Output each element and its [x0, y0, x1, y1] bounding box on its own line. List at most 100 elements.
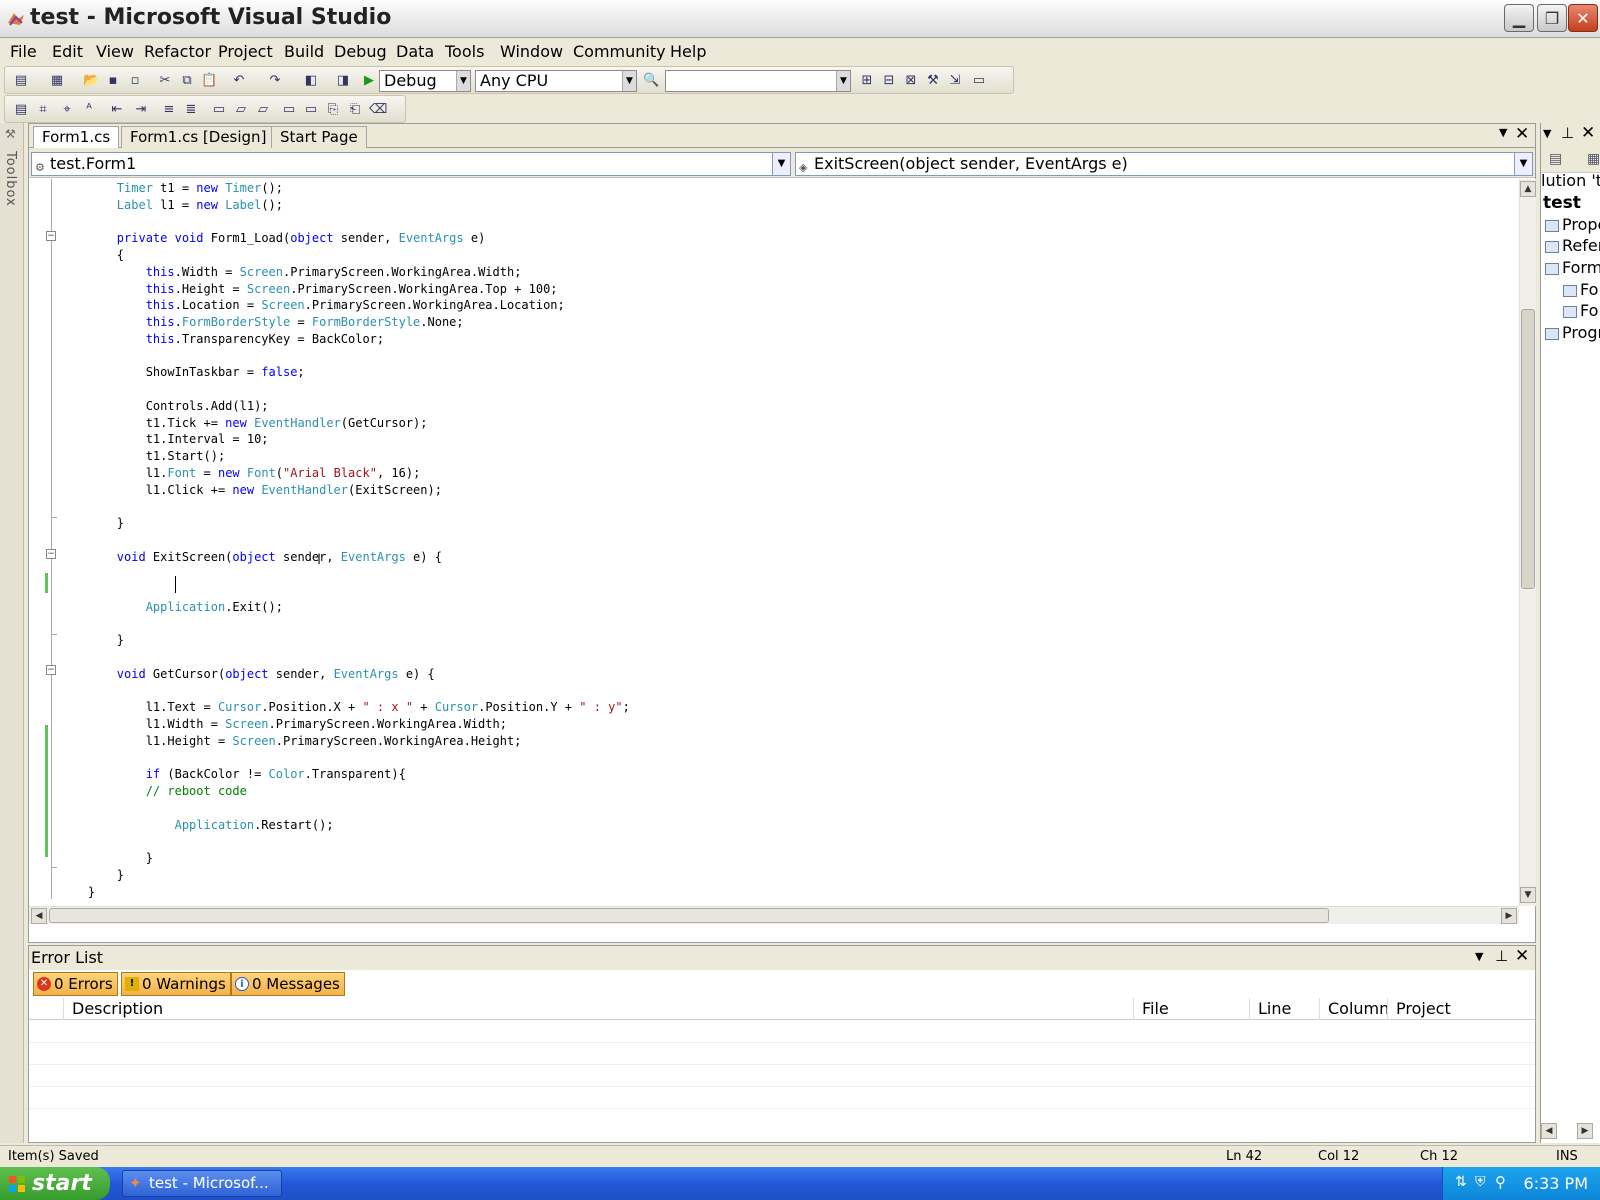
vertical-scrollbar[interactable]: ▲ ▼ [1519, 179, 1536, 906]
save-icon[interactable]: ▪ [105, 73, 121, 89]
column-description[interactable]: Description [63, 998, 1133, 1020]
type-dropdown[interactable]: ⚙ test.Form1 ▼ [31, 152, 791, 176]
search-icon[interactable]: ⚲ [1495, 1173, 1506, 1191]
find-in-files-icon[interactable]: 🔍 [643, 73, 659, 89]
comment-icon[interactable]: ≡ [161, 102, 177, 118]
uncomment-icon[interactable]: ≣ [183, 102, 199, 118]
scroll-up-icon[interactable]: ▲ [1520, 181, 1536, 197]
member-dropdown[interactable]: ◈ ExitScreen(object sender, EventArgs e)… [795, 152, 1533, 176]
menu-file[interactable]: File [10, 42, 37, 61]
object-member-list-icon[interactable]: ▤ [13, 102, 29, 118]
scroll-down-icon[interactable]: ▼ [1520, 887, 1536, 903]
project-node[interactable]: test [1543, 193, 1581, 213]
previous-bookmark-document-icon[interactable]: ⎘ [325, 102, 341, 118]
auto-hide-pin-icon[interactable]: ⊥ [1495, 947, 1508, 965]
save-all-icon[interactable]: ▫ [127, 73, 143, 89]
menu-community[interactable]: Community [573, 42, 666, 61]
paste-icon[interactable]: 📋 [201, 73, 217, 89]
add-item-icon[interactable]: ▦ [49, 73, 65, 89]
previous-bookmark-folder-icon[interactable]: ▭ [281, 102, 297, 118]
start-page-icon[interactable]: ⇲ [947, 73, 963, 89]
messages-filter-button[interactable]: i 0 Messages [231, 972, 345, 996]
solution-explorer-icon[interactable]: ⊞ [859, 73, 875, 89]
decrease-indent-icon[interactable]: ⇤ [109, 102, 125, 118]
tab-start-page[interactable]: Start Page [271, 126, 367, 148]
warnings-filter-button[interactable]: ! 0 Warnings [121, 972, 231, 996]
redo-icon[interactable]: ↷ [267, 73, 283, 89]
vertical-scroll-thumb[interactable] [1521, 309, 1535, 589]
solution-configuration-select[interactable]: Debug ▼ [379, 70, 471, 92]
next-bookmark-folder-icon[interactable]: ▭ [303, 102, 319, 118]
form1-node[interactable]: Form [1545, 258, 1600, 277]
minimize-button[interactable]: ▁ [1504, 4, 1534, 32]
menu-tools[interactable]: Tools [445, 42, 484, 61]
new-project-icon[interactable]: ▤ [13, 73, 29, 89]
collapse-icon[interactable]: − [46, 549, 56, 559]
close-document-icon[interactable]: ✕ [1515, 124, 1529, 144]
menu-data[interactable]: Data [396, 42, 434, 61]
window-position-icon[interactable]: ▼ [1475, 950, 1483, 963]
toolbox-icon[interactable]: ⚒ [925, 73, 941, 89]
solution-node[interactable]: lution 'te [1541, 171, 1600, 190]
menu-edit[interactable]: Edit [52, 42, 83, 61]
cut-icon[interactable]: ✂ [157, 73, 173, 89]
next-bookmark-document-icon[interactable]: ⎗ [347, 102, 363, 118]
properties-node[interactable]: Prope [1545, 215, 1600, 234]
clear-bookmarks-icon[interactable]: ⌫ [369, 102, 387, 118]
collapse-icon[interactable]: − [46, 231, 56, 241]
menu-help[interactable]: Help [670, 42, 706, 61]
close-panel-icon[interactable]: ✕ [1515, 946, 1529, 966]
code-editor[interactable]: − − − Timer t1 = new Timer(); Label l1 =… [29, 179, 1519, 906]
active-files-icon[interactable]: ▼ [1499, 126, 1507, 139]
scroll-right-icon[interactable]: ▶ [1577, 1123, 1593, 1139]
toggle-bookmark-icon[interactable]: ▭ [211, 102, 227, 118]
copy-icon[interactable]: ⧉ [179, 73, 195, 89]
find-combo[interactable]: ▼ [665, 70, 851, 92]
column-line[interactable]: Line [1249, 998, 1319, 1020]
show-all-files-icon[interactable]: ▦ [1587, 151, 1600, 167]
auto-hide-pin-icon[interactable]: ⊥ [1561, 124, 1574, 142]
other-windows-icon[interactable]: ▭ [971, 73, 987, 89]
program-node[interactable]: Progr [1545, 323, 1600, 342]
menu-window[interactable]: Window [500, 42, 563, 61]
menu-refactor[interactable]: Refactor [144, 42, 211, 61]
parameter-info-icon[interactable]: ⌗ [35, 102, 51, 118]
taskbar-button-visual-studio[interactable]: ✦ test - Microsof... [122, 1170, 282, 1197]
close-button[interactable]: ✕ [1568, 4, 1598, 32]
undo-icon[interactable]: ↶ [231, 73, 247, 89]
horizontal-scroll-thumb[interactable] [49, 908, 1329, 923]
horizontal-scrollbar[interactable]: ◀ ▶ [29, 906, 1519, 924]
menu-debug[interactable]: Debug [334, 42, 387, 61]
collapse-icon[interactable]: − [46, 665, 56, 675]
properties-icon[interactable]: ▤ [1549, 151, 1562, 167]
open-file-icon[interactable]: 📂 [83, 73, 99, 89]
previous-bookmark-icon[interactable]: ▱ [233, 102, 249, 118]
menu-project[interactable]: Project [218, 42, 273, 61]
window-position-icon[interactable]: ▼ [1543, 127, 1551, 140]
menu-view[interactable]: View [96, 42, 134, 61]
navigate-back-icon[interactable]: ◧ [303, 73, 319, 89]
scroll-left-icon[interactable]: ◀ [31, 908, 47, 924]
column-column[interactable]: Column [1319, 998, 1389, 1020]
scroll-right-icon[interactable]: ▶ [1501, 908, 1517, 924]
tab-form1-design[interactable]: Form1.cs [Design] [121, 126, 276, 148]
solution-platform-select[interactable]: Any CPU ▼ [475, 70, 637, 92]
column-project[interactable]: Project [1387, 998, 1535, 1020]
properties-window-icon[interactable]: ⊟ [881, 73, 897, 89]
references-node[interactable]: Refer [1545, 236, 1600, 255]
close-panel-icon[interactable]: ✕ [1581, 123, 1595, 143]
restore-button[interactable]: ❐ [1537, 4, 1567, 32]
column-file[interactable]: File [1133, 998, 1249, 1020]
navigate-forward-icon[interactable]: ◨ [335, 73, 351, 89]
network-icon[interactable]: ⇅ [1455, 1174, 1467, 1190]
complete-word-icon[interactable]: ᴬ [81, 102, 97, 118]
next-bookmark-icon[interactable]: ▱ [255, 102, 271, 118]
tab-form1-cs[interactable]: Form1.cs [33, 126, 120, 149]
start-button[interactable]: start [0, 1167, 110, 1200]
menu-build[interactable]: Build [284, 42, 324, 61]
form1-designer-node[interactable]: Fo [1563, 280, 1598, 299]
start-debugging-icon[interactable]: ▶ [361, 73, 377, 89]
security-icon[interactable]: ⛨ [1475, 1174, 1486, 1190]
increase-indent-icon[interactable]: ⇥ [133, 102, 149, 118]
object-browser-icon[interactable]: ⊠ [903, 73, 919, 89]
